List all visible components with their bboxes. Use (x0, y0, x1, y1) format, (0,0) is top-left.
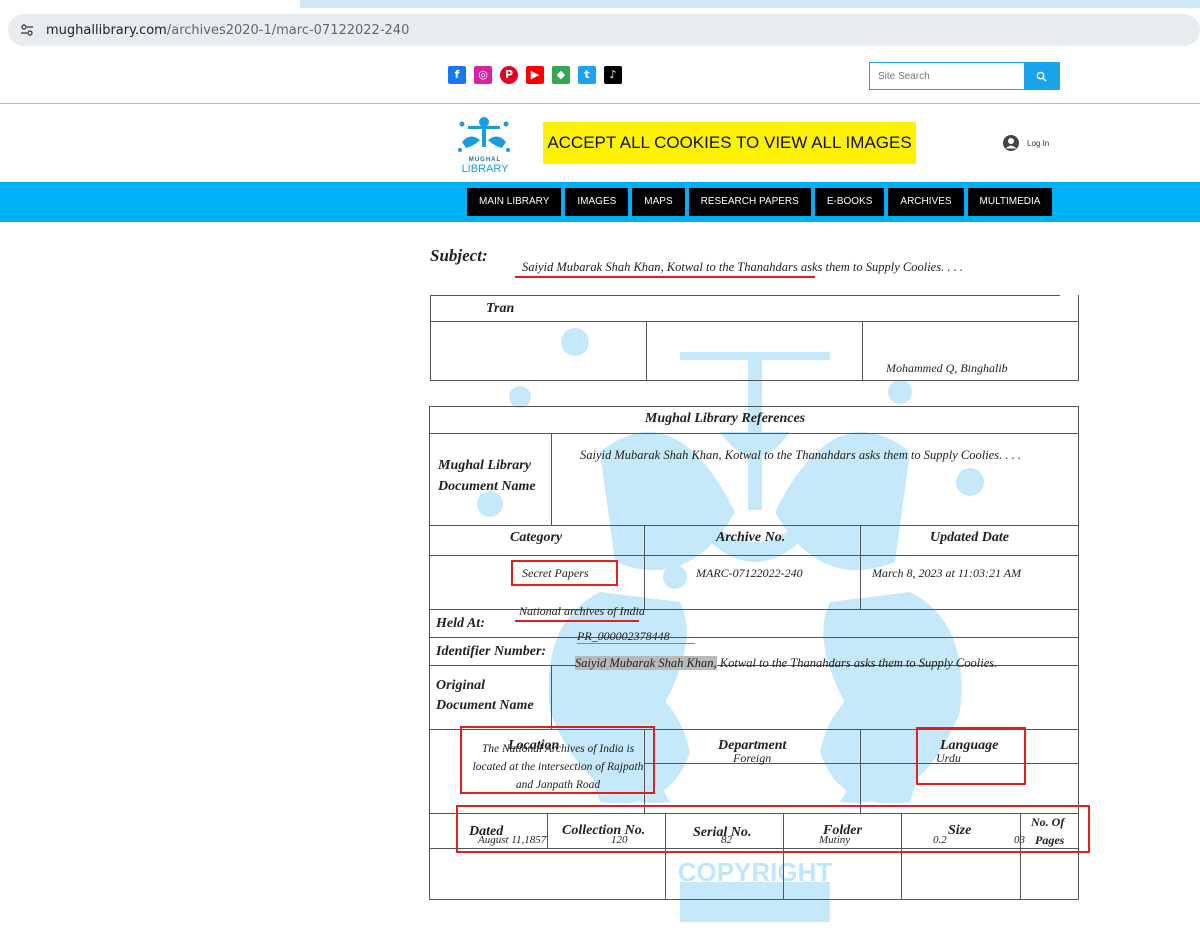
url-bar[interactable]: mughallibrary.com/archives2020-1/marc-07… (8, 14, 1200, 46)
subject-label: Subject: (430, 246, 488, 265)
google-maps-icon[interactable]: ◆ (552, 66, 570, 84)
cookie-banner[interactable]: ACCEPT ALL COOKIES TO VIEW ALL IMAGES (543, 122, 916, 164)
search-input[interactable] (870, 63, 1024, 89)
annotation-underline-subject (515, 276, 815, 278)
nav-archives[interactable]: ARCHIVES (888, 188, 964, 216)
doc-name-label-1: Mughal Library (438, 458, 531, 473)
nav-ebooks[interactable]: E-BOOKS (814, 188, 885, 216)
original-label-2: Document Name (436, 698, 534, 713)
annotation-underline-held-at (515, 620, 639, 622)
nav-images[interactable]: IMAGES (565, 188, 629, 216)
original-doc-rest: Kotwal to the Thanahdars asks them to Su… (716, 656, 998, 670)
references-title: Mughal Library References (644, 411, 806, 426)
original-doc-highlight: Saiyid Mubarak Shah Khan, (575, 656, 717, 670)
archive-document: COPYRIGHT Subject: Saiyid Mubarak Shah K… (0, 222, 1200, 940)
search-icon (1036, 71, 1047, 82)
nav-maps[interactable]: MAPS (632, 188, 685, 216)
subject-value: Saiyid Mubarak Shah Khan, Kotwal to the … (522, 260, 963, 274)
pinterest-icon[interactable]: P (500, 66, 518, 84)
login-label: Log In (1027, 138, 1050, 148)
annotation-box-category (511, 560, 618, 586)
search-button[interactable] (1024, 63, 1059, 89)
translator-name: Mohammed Q, Binghalib (886, 361, 1008, 375)
category-label: Category (510, 530, 563, 545)
youtube-icon[interactable]: ▶ (526, 66, 544, 84)
login-button[interactable]: Log In (1003, 135, 1049, 151)
site-search (869, 62, 1060, 90)
main-nav: MAIN LIBRARY IMAGES MAPS RESEARCH PAPERS… (0, 182, 1200, 222)
browser-addressbar: mughallibrary.com/archives2020-1/marc-07… (0, 8, 1200, 54)
doc-name-value: Saiyid Mubarak Shah Khan, Kotwal to the … (580, 448, 1021, 462)
annotation-box-language (916, 727, 1026, 785)
updated-label: Updated Date (930, 530, 1009, 545)
department-value: Foreign (733, 751, 772, 765)
identifier-label: Identifier Number: (436, 644, 547, 659)
annotation-box-details-row (456, 805, 1090, 853)
twitter-icon[interactable]: t (578, 66, 596, 84)
nav-research-papers[interactable]: RESEARCH PAPERS (688, 188, 811, 216)
archive-value: MARC-07122022-240 (696, 566, 803, 580)
held-at-label: Held At: (436, 616, 485, 631)
tran-label: Tran (486, 301, 515, 316)
identifier-value: PR_000002378448 (577, 629, 670, 643)
original-label-1: Original (436, 678, 486, 693)
nav-multimedia[interactable]: MULTIMEDIA (967, 188, 1053, 216)
instagram-icon[interactable]: ◎ (474, 66, 492, 84)
archive-label: Archive No. (716, 530, 786, 545)
top-strip: f ◎ P ▶ ◆ t ♪ (0, 54, 1200, 104)
held-at-value: National archives of India (519, 604, 645, 618)
facebook-icon[interactable]: f (448, 66, 466, 84)
logo-text-large: LIBRARY (461, 163, 509, 175)
browser-tabstrip (0, 0, 1200, 8)
updated-value: March 8, 2023 at 11:03:21 AM (872, 566, 1022, 580)
url-text[interactable]: mughallibrary.com/archives2020-1/marc-07… (46, 23, 409, 38)
watermark-text: COPYRIGHT (678, 857, 833, 887)
site-info-icon[interactable] (14, 17, 40, 43)
original-doc-value: Saiyid Mubarak Shah Khan, Kotwal to the … (575, 656, 997, 671)
url-path: /archives2020-1/marc-07122022-240 (166, 22, 410, 38)
social-links: f ◎ P ▶ ◆ t ♪ (448, 66, 622, 84)
url-domain: mughallibrary.com (46, 22, 167, 38)
tiktok-icon[interactable]: ♪ (604, 66, 622, 84)
annotation-box-location (460, 726, 655, 794)
doc-name-label-2: Document Name (438, 479, 536, 494)
nav-main-library[interactable]: MAIN LIBRARY (467, 188, 562, 216)
avatar-icon (1003, 135, 1019, 151)
